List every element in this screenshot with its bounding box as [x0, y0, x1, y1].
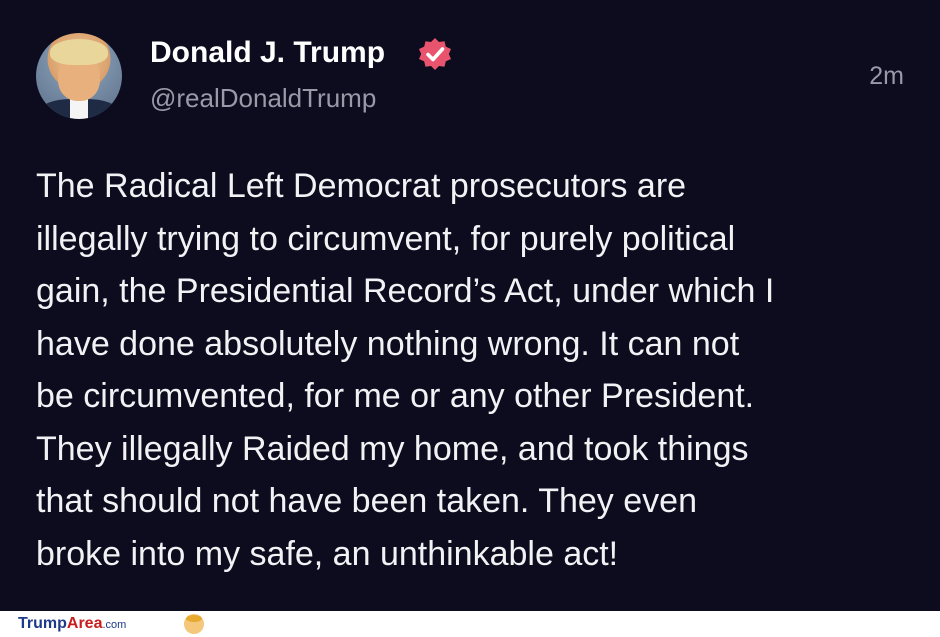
- post-body: The Radical Left Democrat prosecutors ar…: [36, 160, 916, 580]
- site-logo-part2: Area: [66, 615, 103, 632]
- post-body-line: illegally trying to circumvent, for pure…: [36, 219, 736, 258]
- post-card: Donald J. Trump @realDonaldTrump 2m The …: [0, 0, 940, 611]
- avatar-hair: [50, 39, 108, 65]
- site-logo-part1: Trump: [18, 615, 67, 632]
- site-logo-part3: .com: [102, 619, 127, 631]
- post-body-line: gain, the Presidential Record’s Act, und…: [36, 272, 775, 310]
- site-logo[interactable]: TrumpArea.com: [18, 615, 126, 634]
- post-body-line: have done absolutely nothing wrong. It c…: [36, 324, 740, 363]
- verified-badge-icon: [419, 38, 451, 70]
- watermark-footer: TrumpArea.com: [0, 611, 940, 637]
- post-body-line: broke into my safe, an unthinkable act!: [36, 534, 619, 573]
- logo-hair: [186, 615, 202, 622]
- trump-face-logo-icon: [184, 614, 204, 634]
- avatar[interactable]: [36, 33, 122, 119]
- post-body-line: be circumvented, for me or any other Pre…: [36, 377, 755, 415]
- post-body-line: The Radical Left Democrat prosecutors ar…: [36, 167, 687, 205]
- timestamp[interactable]: 2m: [869, 60, 904, 92]
- verified-badge-shape: [419, 38, 451, 70]
- post-body-line: They illegally Raided my home, and took …: [36, 429, 749, 468]
- avatar-shirt: [70, 99, 88, 119]
- display-name[interactable]: Donald J. Trump: [150, 34, 385, 72]
- post-body-line: that should not have been taken. They ev…: [36, 482, 697, 520]
- handle[interactable]: @realDonaldTrump: [150, 82, 376, 114]
